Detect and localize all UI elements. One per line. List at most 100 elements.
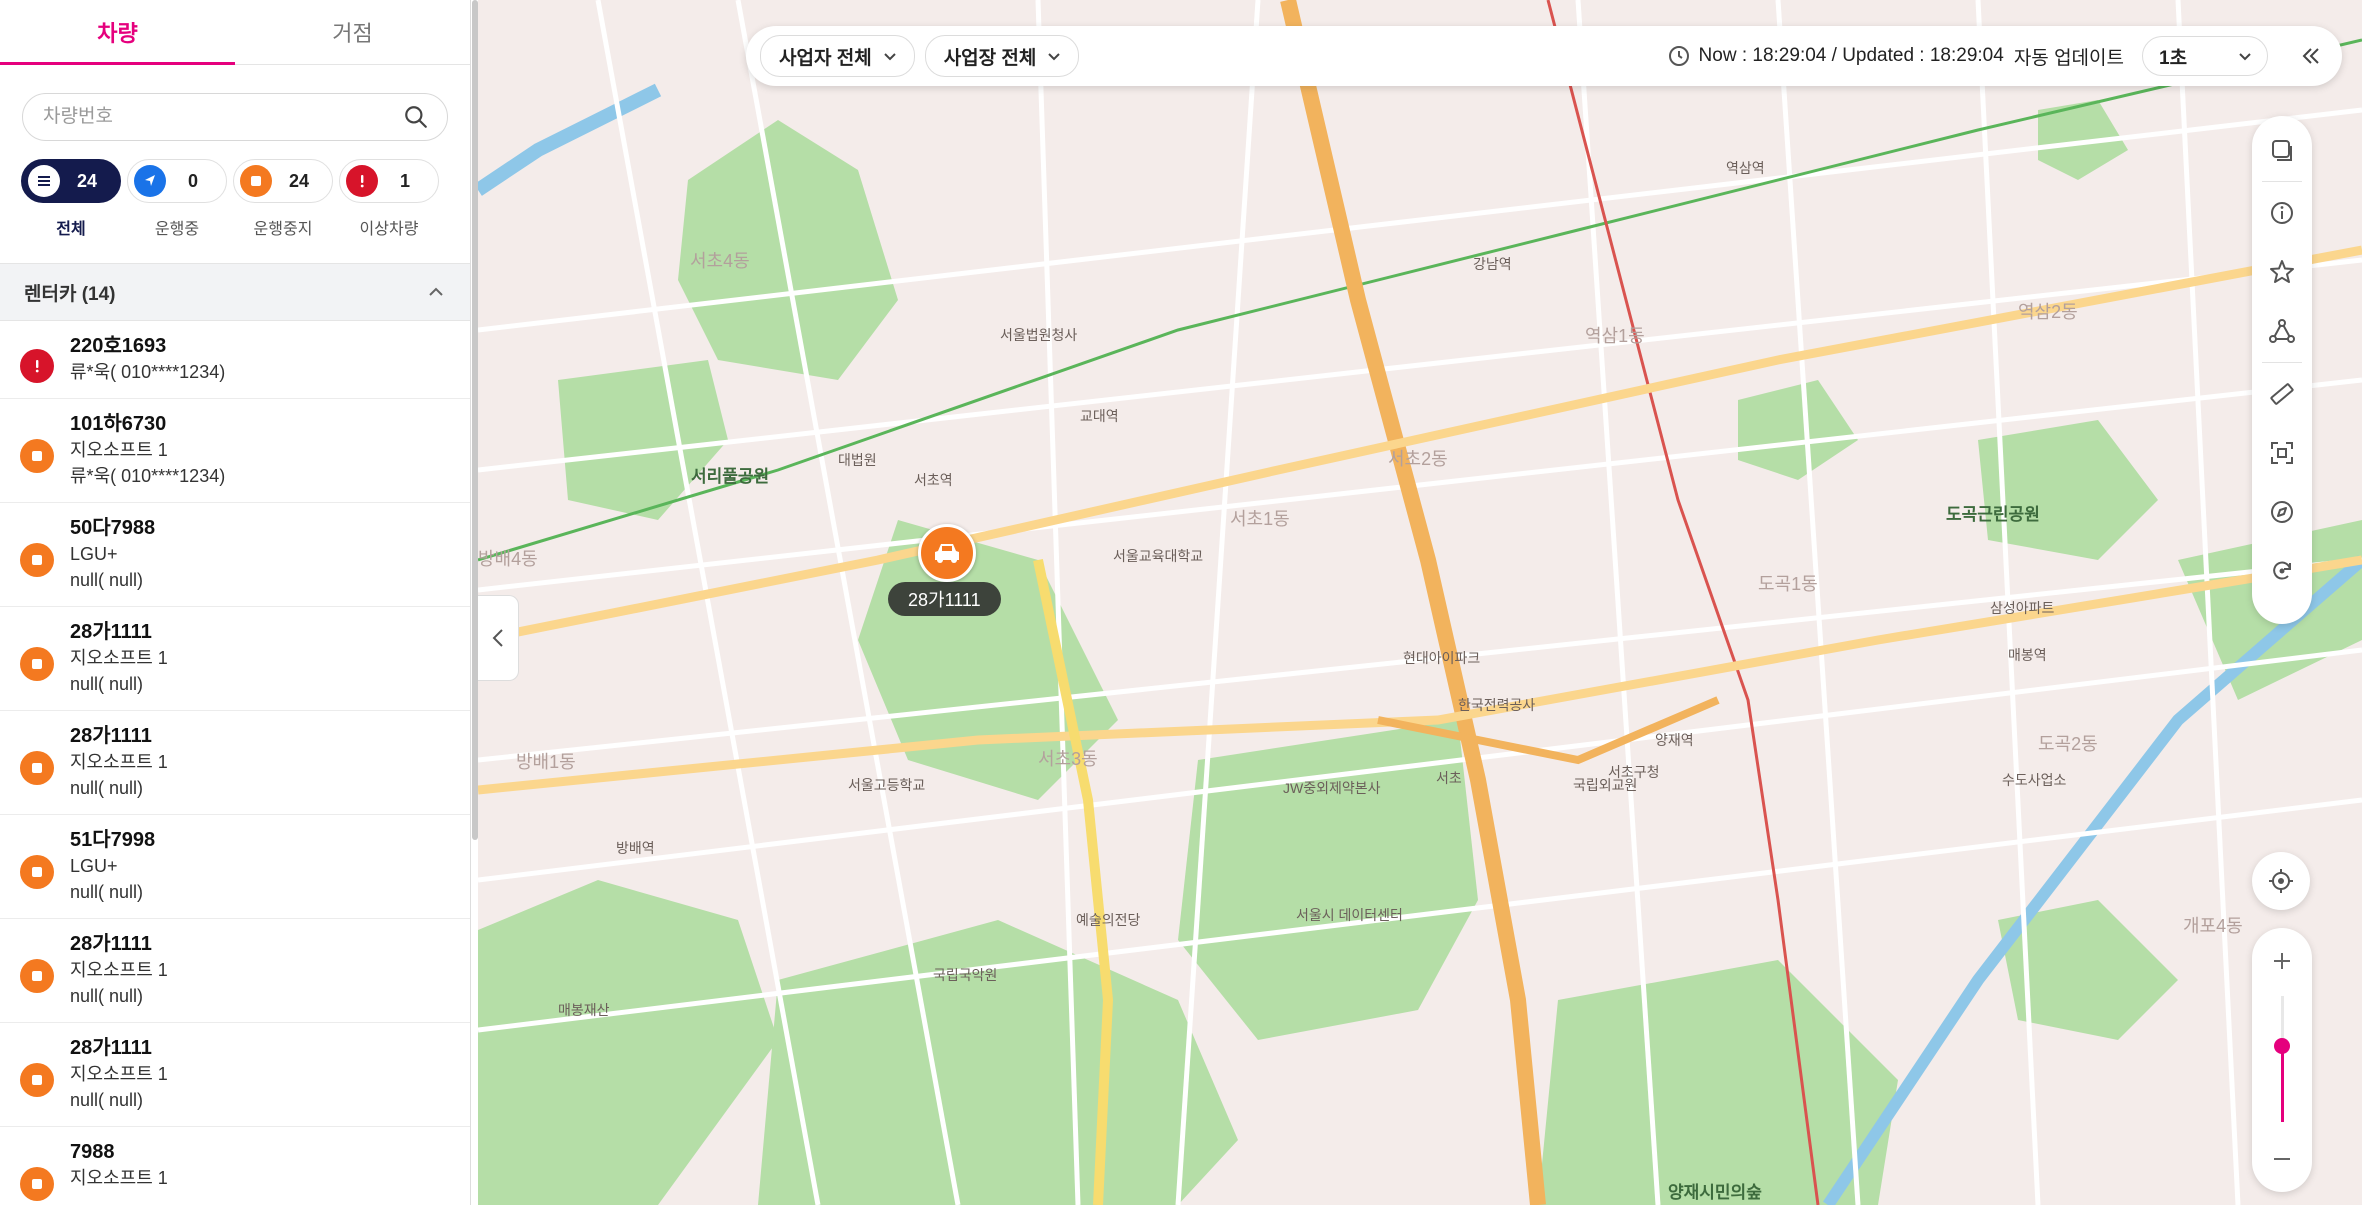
zoom-in-button[interactable]: [2252, 936, 2312, 986]
measure-distance-button[interactable]: [2260, 372, 2304, 416]
map-view[interactable]: 서리풀공원 서초역 서초1동 서초2동 서초3동 서초4동 방배1동 방배4동 …: [478, 0, 2362, 1205]
status-label-driving: 운행중: [154, 221, 200, 238]
vehicle-company: LGU+: [70, 544, 118, 564]
vehicle-plate: 28가1111: [70, 1037, 152, 1059]
status-pill-all[interactable]: 24: [21, 159, 121, 203]
status-pill-abnormal[interactable]: 1: [339, 159, 439, 203]
search-icon[interactable]: [403, 104, 429, 130]
info-button[interactable]: [2260, 191, 2304, 235]
collapse-toolbar-button[interactable]: [2294, 39, 2328, 73]
vehicle-item[interactable]: 28가1111 지오소프트 1 null( null): [0, 919, 470, 1023]
vehicle-company: 지오소프트 1: [70, 1064, 168, 1084]
vehicle-driver: null( null): [70, 1090, 144, 1110]
my-location-button[interactable]: [2252, 852, 2310, 910]
map-label: JW중외제약본사: [1283, 780, 1381, 796]
map-label: 서리풀공원: [691, 467, 770, 486]
star-icon: [2270, 260, 2294, 283]
map-label: 방배역: [616, 840, 655, 856]
map-label: 교대역: [1080, 408, 1119, 424]
sidebar-tabs: 차량 거점: [0, 0, 470, 65]
vehicle-item[interactable]: 51다7998 LGU+ null( null): [0, 815, 470, 919]
vehicle-item[interactable]: 101하6730 지오소프트 1 류*욱( 010****1234): [0, 399, 470, 503]
zoom-control: [2252, 928, 2312, 1192]
map-label: 서울고등학교: [848, 777, 926, 793]
status-count-driving: 0: [187, 170, 198, 191]
status-label-all: 전체: [56, 221, 86, 238]
divider: [2262, 362, 2302, 363]
map-label: 도곡2동: [2038, 734, 2098, 754]
operator-select-value: 사업자 전체: [779, 47, 872, 69]
vehicle-marker-label[interactable]: 28가1111: [888, 582, 1001, 616]
status-filter-driving[interactable]: 0 운행중: [127, 159, 227, 239]
stop-square-icon: [20, 1063, 54, 1097]
sidebar-collapse-button[interactable]: [478, 595, 519, 681]
status-count-stopped: 24: [288, 170, 310, 191]
chevron-down-icon: [883, 53, 896, 61]
layers-button[interactable]: [2260, 128, 2304, 172]
site-select[interactable]: 사업장 전체: [924, 35, 1080, 77]
vehicle-driver: null( null): [70, 570, 144, 590]
vehicle-item[interactable]: 28가1111 지오소프트 1 null( null): [0, 711, 470, 815]
vehicle-item[interactable]: 28가1111 지오소프트 1 null( null): [0, 607, 470, 711]
search-box: [22, 93, 448, 141]
status-count-abnormal: 1: [399, 170, 410, 191]
site-select-value: 사업장 전체: [943, 47, 1037, 69]
vehicle-marker[interactable]: [918, 524, 976, 582]
tab-vehicles[interactable]: 차량: [0, 0, 235, 65]
group-header[interactable]: 렌터카 (14): [0, 263, 470, 321]
map-label: 도곡근린공원: [1946, 505, 2040, 524]
operator-select[interactable]: 사업자 전체: [760, 35, 915, 77]
compass-button[interactable]: [2260, 490, 2304, 534]
map-label: 서울법원청사: [1000, 327, 1078, 343]
status-filter-row: 24 전체 0 운행중 24 운행중지 1 이상차량: [21, 159, 448, 239]
status-filter-abnormal[interactable]: 1 이상차량: [339, 159, 439, 239]
stop-square-icon: [240, 165, 272, 197]
map-label: 예술의전당: [1076, 912, 1141, 928]
ruler-icon: [2270, 383, 2294, 405]
zoom-out-button[interactable]: [2252, 1134, 2312, 1184]
interval-select[interactable]: 1초: [2142, 36, 2268, 76]
map-label: 현대아이파크: [1403, 650, 1481, 666]
chevron-up-icon[interactable]: [426, 282, 446, 302]
favorite-button[interactable]: [2260, 250, 2304, 294]
map-label: 방배1동: [516, 752, 576, 772]
status-pill-driving[interactable]: 0: [127, 159, 227, 203]
vehicle-item[interactable]: 50다7988 LGU+ null( null): [0, 503, 470, 607]
status-filter-all[interactable]: 24 전체: [21, 159, 121, 239]
map-label: 국립국악원: [933, 967, 998, 983]
vehicle-item[interactable]: 28가1111 지오소프트 1 null( null): [0, 1023, 470, 1127]
refresh-button[interactable]: [2260, 549, 2304, 593]
status-label-abnormal: 이상차량: [359, 221, 419, 238]
crosshair-icon: [2269, 869, 2293, 893]
chevron-down-icon: [2239, 53, 2251, 61]
map-label: 한국전력공사: [1458, 697, 1536, 713]
navigation-arrow-icon: [134, 165, 166, 197]
vehicle-driver: null( null): [70, 674, 144, 694]
vehicle-item[interactable]: 7988 지오소프트 1: [0, 1127, 470, 1205]
vehicle-driver: null( null): [70, 778, 144, 798]
vehicle-plate: 7988: [70, 1141, 115, 1163]
search-input[interactable]: [41, 105, 403, 129]
vehicle-plate: 220호1693: [70, 335, 167, 357]
map-label: 역삼1동: [1585, 326, 1645, 346]
list-icon: [28, 165, 60, 197]
map-label: 양재시민의숲: [1668, 1183, 1762, 1202]
map-label: 서초4동: [690, 251, 750, 271]
interval-select-value: 1초: [2159, 47, 2188, 69]
zoom-slider-knob[interactable]: [2274, 1038, 2290, 1055]
vehicle-item[interactable]: 220호1693 류*욱( 010****1234): [0, 321, 470, 399]
route-button[interactable]: [2260, 309, 2304, 353]
vehicle-company: 지오소프트 1: [70, 440, 168, 460]
map-label: 대법원: [838, 452, 877, 468]
vehicle-plate: 51다7998: [70, 829, 156, 851]
auto-update-text: 자동 업데이트: [2013, 47, 2124, 69]
vehicle-company: 지오소프트 1: [70, 752, 168, 772]
map-label: 서초1동: [1230, 509, 1290, 529]
measure-area-button[interactable]: [2260, 431, 2304, 475]
update-status: Now : 18:29:04 / Updated : 18:29:04 자동 업…: [1667, 43, 2124, 70]
status-pill-stopped[interactable]: 24: [233, 159, 333, 203]
map-tools: [2252, 116, 2312, 624]
status-filter-stopped[interactable]: 24 운행중지: [233, 159, 333, 239]
tab-sites[interactable]: 거점: [235, 0, 470, 64]
stop-square-icon: [20, 855, 54, 889]
